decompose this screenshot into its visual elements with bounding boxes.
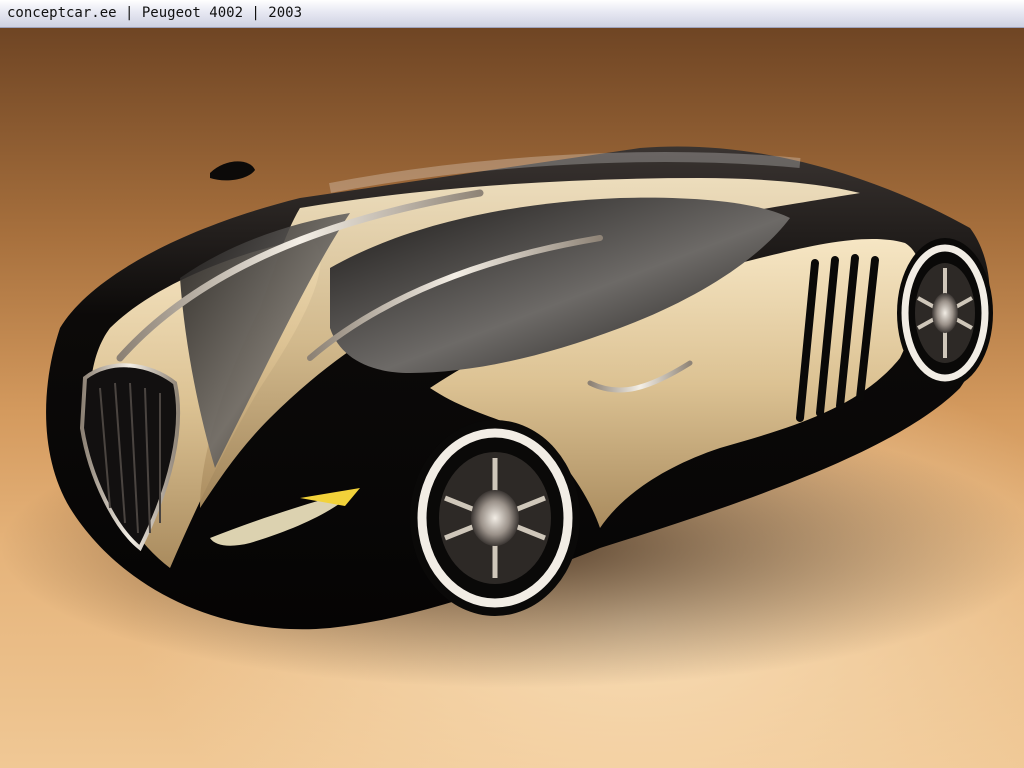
car-photo [0, 28, 1024, 768]
concept-car-image [0, 146, 1024, 688]
window-title: conceptcar.ee | Peugeot 4002 | 2003 [7, 5, 303, 21]
page: conceptcar.ee | Peugeot 4002 | 2003 [0, 0, 1024, 768]
front-wheel [410, 420, 580, 616]
rear-wheel [897, 238, 993, 388]
window-title-bar: conceptcar.ee | Peugeot 4002 | 2003 [0, 0, 1024, 28]
